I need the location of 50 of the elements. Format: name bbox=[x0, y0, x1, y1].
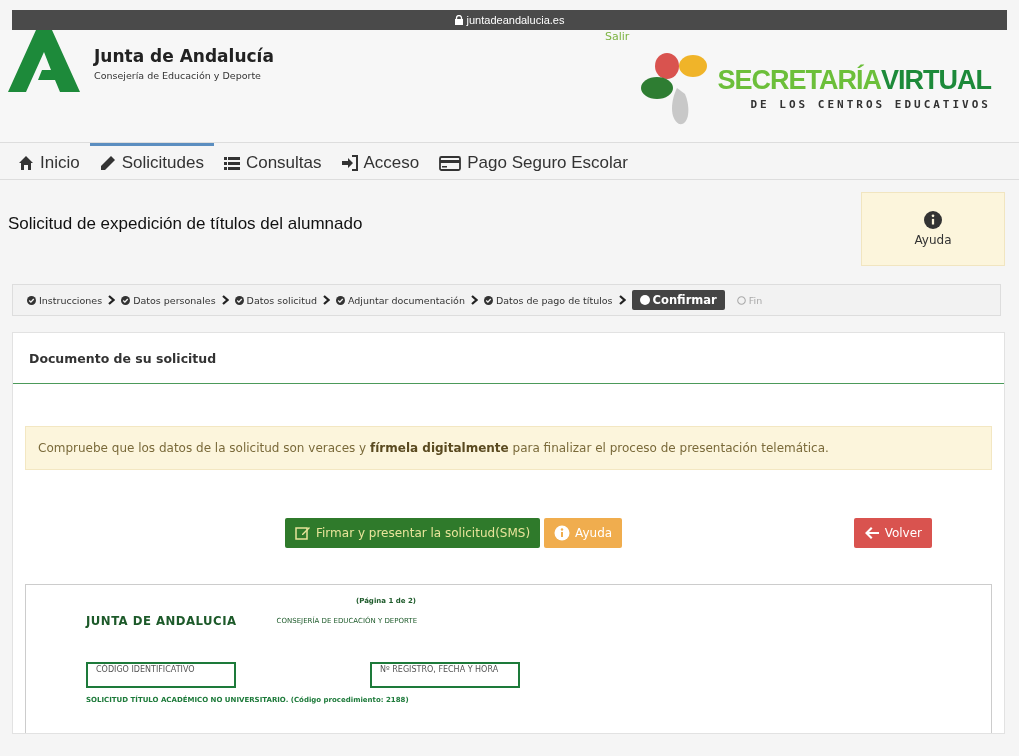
info-icon bbox=[554, 525, 571, 541]
arrow-left-icon bbox=[863, 525, 880, 541]
chevron-right-icon bbox=[322, 295, 330, 305]
chevron-right-icon bbox=[221, 295, 229, 305]
edit-icon bbox=[295, 525, 311, 541]
sign-in-icon bbox=[341, 154, 358, 171]
wizard-step: Instrucciones bbox=[27, 294, 103, 306]
logo-icon bbox=[8, 30, 80, 92]
wizard-step: Confirmar bbox=[631, 290, 725, 310]
document-organization: JUNTA DE ANDALUCIA bbox=[86, 613, 237, 628]
back-button[interactable]: Volver bbox=[853, 518, 932, 548]
organization-name: Junta de Andalucía bbox=[94, 45, 274, 66]
chevron-right-icon bbox=[470, 295, 478, 305]
sign-button[interactable]: Firmar y presentar la solicitud(SMS) bbox=[285, 518, 541, 548]
nav-tab[interactable]: Inicio bbox=[8, 143, 90, 179]
credit-card-icon bbox=[439, 154, 462, 171]
circle-icon bbox=[639, 295, 650, 305]
wizard-step: Datos solicitud bbox=[234, 294, 317, 306]
chevron-right-icon bbox=[108, 295, 116, 305]
brand-word: VIRTUAL bbox=[881, 65, 991, 96]
page-title: Solicitud de expedición de títulos del alumnado bbox=[8, 214, 363, 234]
wizard-step: Datos personales bbox=[121, 294, 216, 306]
home-icon bbox=[18, 154, 34, 171]
list-icon bbox=[223, 154, 240, 171]
nav-tab[interactable]: Acceso bbox=[331, 143, 430, 179]
check-circle-icon bbox=[27, 295, 36, 305]
department-name: Consejería de Educación y Deporte bbox=[94, 69, 262, 81]
circle-outline-icon bbox=[736, 295, 746, 305]
check-circle-icon bbox=[483, 295, 493, 305]
brand-word: SECRETARÍA bbox=[717, 65, 881, 96]
notice-message: Compruebe que los datos de la solicitud son veraces y fírmela digitalmente para finalizar el proceso de presentación telemática. bbox=[25, 426, 992, 470]
nav-tab[interactable]: Solicitudes bbox=[89, 143, 214, 179]
form-box-label: Nº REGISTRO, FECHA Y HORA bbox=[380, 665, 500, 674]
wizard-step: Adjuntar documentación bbox=[335, 294, 465, 306]
brand-tagline: DE LOS CENTROS EDUCATIVOS bbox=[749, 98, 991, 111]
chevron-right-icon bbox=[618, 295, 626, 305]
wizard-step: Fin bbox=[736, 294, 763, 306]
check-circle-icon bbox=[121, 295, 131, 305]
nav-tab[interactable]: Pago Seguro Escolar bbox=[429, 143, 638, 179]
form-box-label: CÓDIGO IDENTIFICATIVO bbox=[96, 665, 196, 674]
nav-tab[interactable]: Consultas bbox=[213, 143, 332, 179]
info-icon bbox=[924, 211, 942, 229]
help-button[interactable]: Ayuda bbox=[861, 192, 1005, 266]
address-bar[interactable]: juntadeandalucia.es bbox=[12, 10, 1007, 30]
lock-icon bbox=[454, 15, 463, 25]
panel-title: Documento de su solicitud bbox=[29, 350, 217, 366]
check-circle-icon bbox=[335, 295, 345, 305]
pencil-icon bbox=[99, 154, 116, 171]
check-circle-icon bbox=[234, 295, 244, 305]
wizard-step: Datos de pago de títulos bbox=[483, 294, 613, 306]
